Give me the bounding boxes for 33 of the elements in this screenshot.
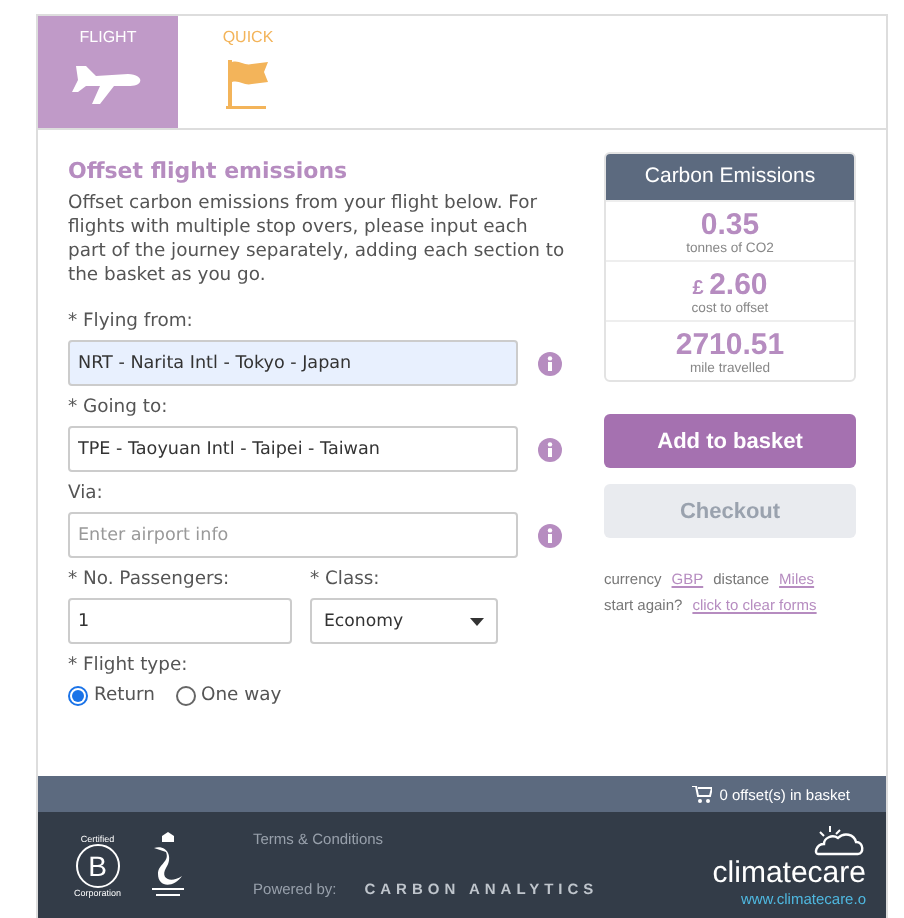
radio-icon[interactable] (175, 685, 195, 705)
flag-icon (224, 58, 272, 110)
stat-value: 0.35 (700, 208, 760, 242)
intro-text: Offset carbon emissions from your flight below. For flights with multiple stop overs, please input each part of the journey separately, adding each section to the basket as you go. (68, 192, 567, 288)
info-icon[interactable] (538, 437, 562, 461)
airport-field[interactable]: TPE - Taoyuan Intl - Taipei - Taiwan (68, 426, 518, 472)
field-label: * No. Passengers: (68, 568, 232, 590)
info-icon[interactable] (538, 523, 562, 547)
caret-icon (470, 617, 484, 625)
passengers-field[interactable]: 1 (68, 598, 292, 644)
field-label: * Class: (310, 568, 382, 590)
radio-label: One way (201, 684, 282, 706)
field-label: * Flying from: (68, 310, 195, 332)
radio-option[interactable]: One way (175, 684, 282, 706)
field-label: * Flight type: (68, 654, 190, 676)
stat-value: 2710.51 (675, 328, 785, 362)
bcorp-logo: B (75, 843, 120, 887)
field-label: Via: (68, 482, 105, 504)
field-label: * Going to: (68, 396, 170, 418)
radio-option[interactable]: Return (68, 684, 155, 706)
radio-icon[interactable] (68, 685, 88, 705)
stat-value: £ 2.60 (692, 268, 768, 302)
add-to-basket-button[interactable]: Add to basket (604, 414, 856, 468)
info-icon[interactable] (538, 351, 562, 375)
sun-cloud-icon (810, 823, 866, 855)
airport-field[interactable]: NRT - Narita Intl - Tokyo - Japan (68, 340, 518, 386)
cart-icon (691, 785, 712, 803)
section-title: Offset flight emissions (68, 158, 350, 184)
radio-label: Return (94, 684, 155, 706)
airport-field[interactable]: Enter airport info (68, 512, 518, 558)
panel-title: Carbon Emissions (606, 154, 854, 200)
class-select[interactable]: Economy (310, 598, 498, 644)
brand-name: climatecare (712, 855, 866, 889)
